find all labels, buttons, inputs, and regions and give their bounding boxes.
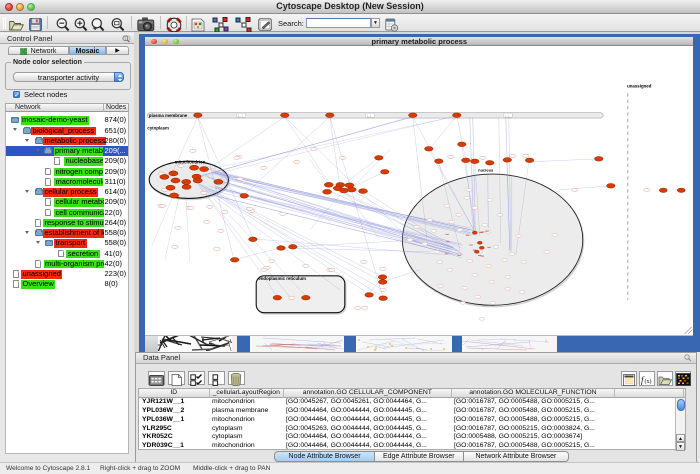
svg-text:endoplasmic reticulum: endoplasmic reticulum: [258, 276, 306, 281]
svg-text:(x): (x): [645, 378, 652, 385]
svg-text:[...]: [...]: [238, 113, 242, 117]
svg-text:unassigned: unassigned: [627, 84, 652, 89]
svg-text:[...]: [...]: [367, 113, 371, 117]
svg-text:nucleus: nucleus: [478, 168, 494, 173]
svg-text:cytoplasm: cytoplasm: [147, 125, 169, 130]
svg-text:plasma membrane: plasma membrane: [149, 113, 188, 118]
svg-text:[...]: [...]: [505, 113, 509, 117]
svg-text:mitochondrion: mitochondrion: [175, 160, 206, 165]
